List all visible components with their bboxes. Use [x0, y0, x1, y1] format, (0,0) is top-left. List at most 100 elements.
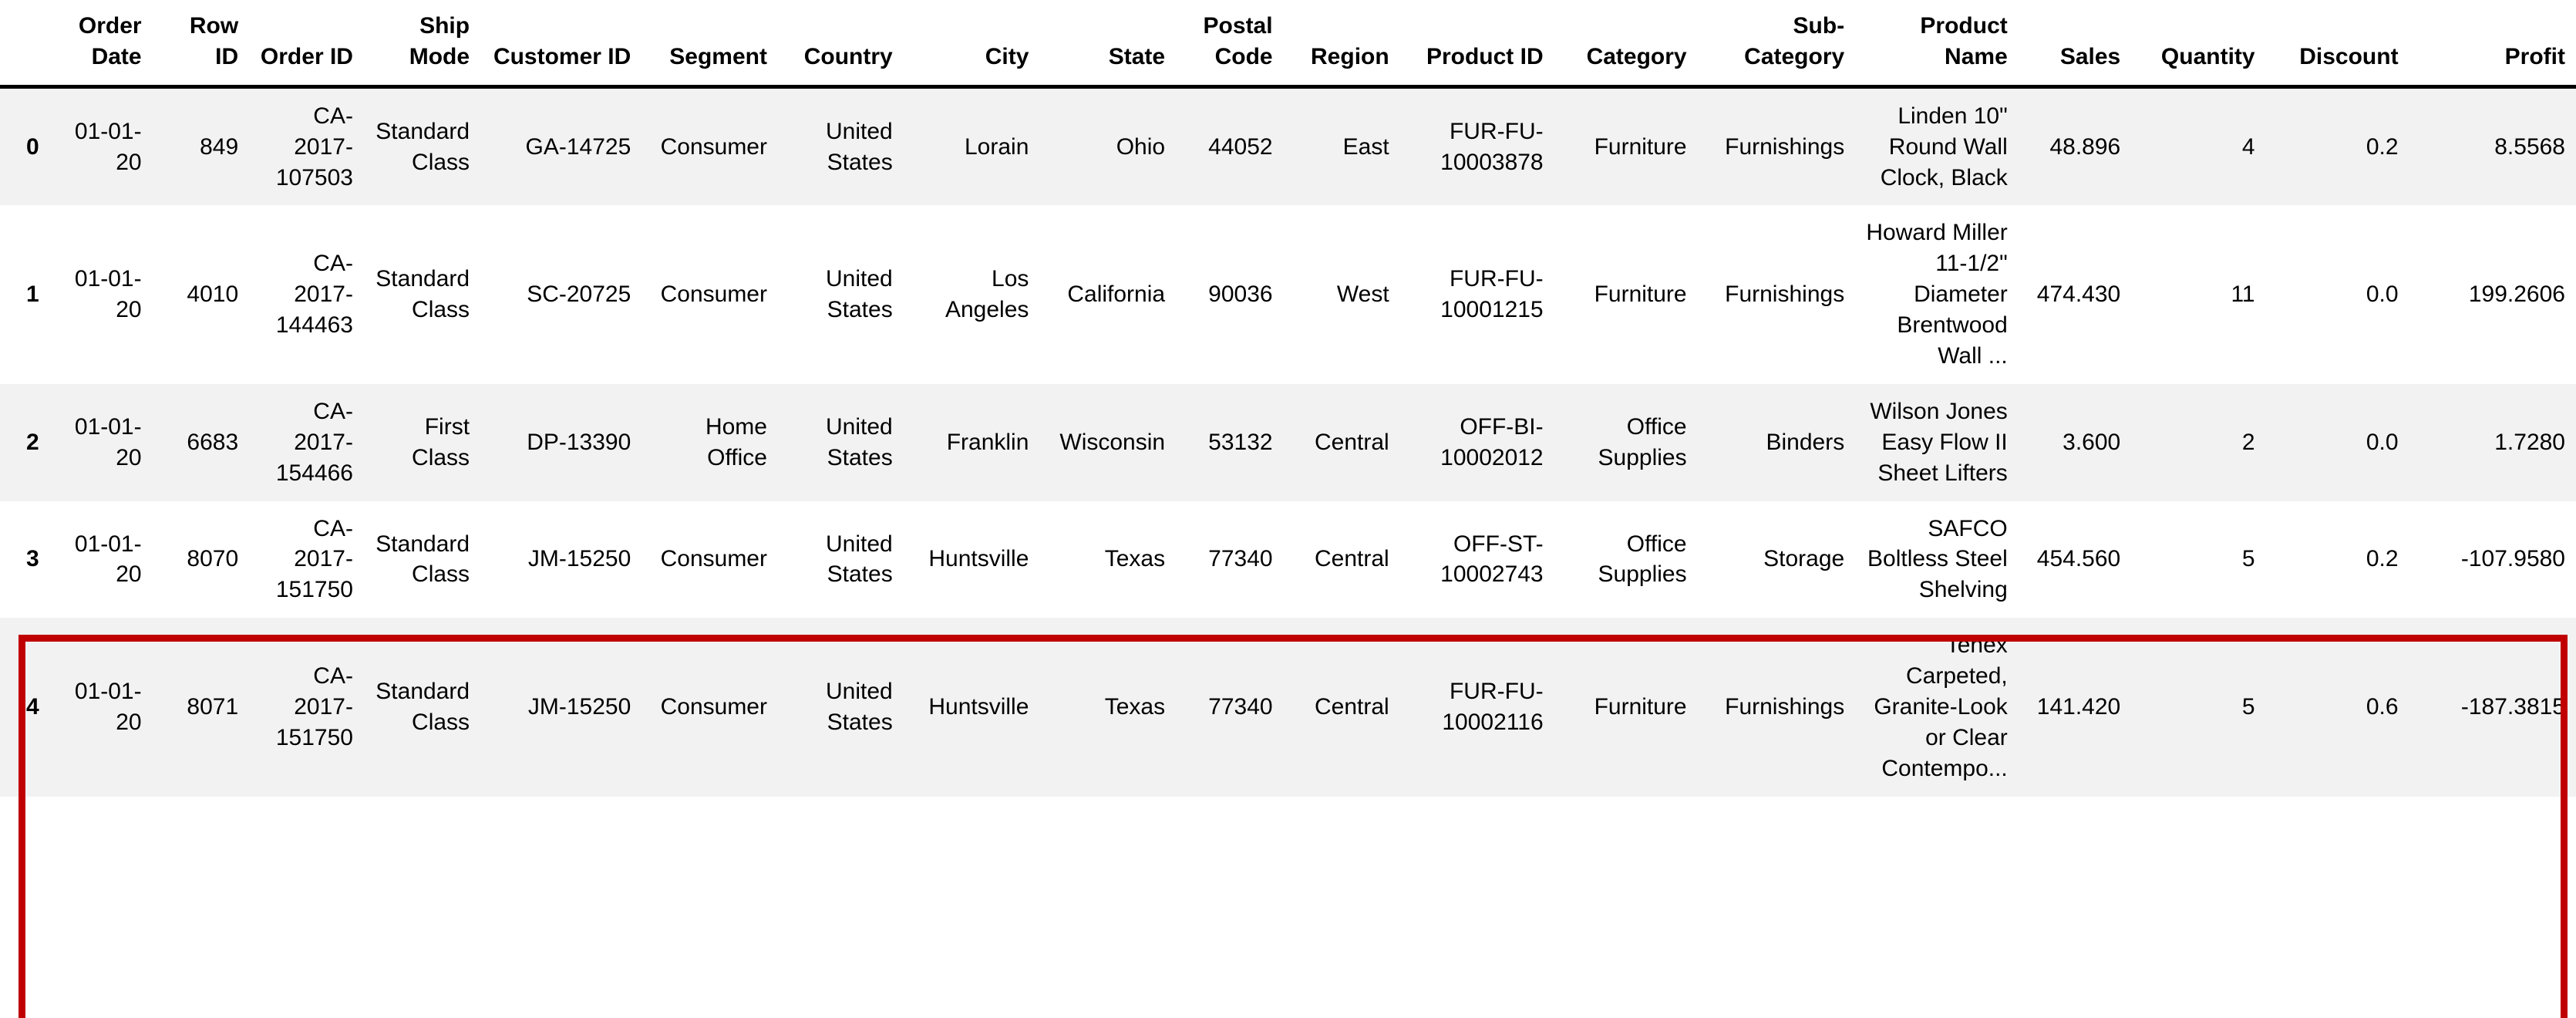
column-header-sub-category[interactable]: Sub-Category	[1697, 0, 1856, 89]
cell-country: United States	[777, 205, 904, 384]
cell-product-id: FUR-FU-10002116	[1399, 618, 1554, 797]
cell-segment: Consumer	[641, 501, 778, 619]
cell-sub-category: Furnishings	[1697, 205, 1856, 384]
cell-order-date: 01-01-20	[52, 383, 153, 501]
cell-sales: 3.600	[2018, 383, 2132, 501]
cell-category: Furniture	[1554, 205, 1698, 384]
cell-ship-mode: Standard Class	[363, 501, 481, 619]
cell-country: United States	[777, 383, 904, 501]
cell-region: Central	[1283, 501, 1400, 619]
cell-customer-id: GA-14725	[480, 86, 642, 206]
dataframe-viewport: Order Date Row ID Order ID Ship Mode Cus…	[0, 0, 2576, 1018]
column-header-state[interactable]: State	[1039, 0, 1177, 89]
column-header-product-id[interactable]: Product ID	[1399, 0, 1554, 89]
table-row[interactable]: 2 01-01-20 6683 CA-2017-154466 First Cla…	[0, 383, 2576, 501]
column-header-order-id[interactable]: Order ID	[249, 0, 364, 89]
cell-profit: 1.7280	[2409, 383, 2576, 501]
cell-country: United States	[777, 501, 904, 619]
cell-region: West	[1283, 205, 1400, 384]
cell-product-id: FUR-FU-10001215	[1399, 205, 1554, 384]
cell-order-date: 01-01-20	[52, 205, 153, 384]
cell-customer-id: JM-15250	[480, 501, 642, 619]
row-index: 1	[0, 205, 52, 384]
cell-quantity: 4	[2131, 86, 2266, 206]
cell-segment: Consumer	[641, 205, 778, 384]
cell-customer-id: DP-13390	[480, 383, 642, 501]
column-header-row-id[interactable]: Row ID	[152, 0, 250, 89]
cell-order-date: 01-01-20	[52, 501, 153, 619]
cell-sales: 454.560	[2018, 501, 2132, 619]
cell-order-id: CA-2017-151750	[249, 618, 364, 797]
cell-product-name: SAFCO Boltless Steel Shelving	[1855, 501, 2019, 619]
cell-order-date: 01-01-20	[52, 618, 153, 797]
cell-quantity: 11	[2131, 205, 2266, 384]
column-header-region[interactable]: Region	[1283, 0, 1400, 89]
cell-region: Central	[1283, 383, 1400, 501]
cell-state: California	[1039, 205, 1177, 384]
cell-city: Lorain	[903, 86, 1040, 206]
column-header-customer-id[interactable]: Customer ID	[480, 0, 642, 89]
cell-city: Huntsville	[903, 618, 1040, 797]
row-index: 4	[0, 618, 52, 797]
table-row[interactable]: 1 01-01-20 4010 CA-2017-144463 Standard …	[0, 205, 2576, 384]
table-row-highlighted[interactable]: 3 01-01-20 8070 CA-2017-151750 Standard …	[0, 501, 2576, 619]
cell-product-id: OFF-BI-10002012	[1399, 383, 1554, 501]
cell-product-name: Tenex Carpeted, Granite-Look or Clear Co…	[1855, 618, 2019, 797]
column-header-postal-code[interactable]: Postal Code	[1176, 0, 1284, 89]
column-header-profit[interactable]: Profit	[2409, 0, 2576, 89]
column-header-category[interactable]: Category	[1554, 0, 1698, 89]
column-header-city[interactable]: City	[903, 0, 1040, 89]
column-header-quantity[interactable]: Quantity	[2131, 0, 2266, 89]
column-header-ship-mode[interactable]: Ship Mode	[363, 0, 481, 89]
column-header-country[interactable]: Country	[777, 0, 904, 89]
cell-ship-mode: First Class	[363, 383, 481, 501]
cell-sales: 48.896	[2018, 86, 2132, 206]
cell-ship-mode: Standard Class	[363, 205, 481, 384]
cell-product-name: Howard Miller 11-1/2" Diameter Brentwood…	[1855, 205, 2019, 384]
cell-profit: 199.2606	[2409, 205, 2576, 384]
cell-order-date: 01-01-20	[52, 86, 153, 206]
cell-sales: 141.420	[2018, 618, 2132, 797]
cell-country: United States	[777, 86, 904, 206]
table-row[interactable]: 0 01-01-20 849 CA-2017-107503 Standard C…	[0, 86, 2576, 206]
cell-row-id: 4010	[152, 205, 250, 384]
cell-sub-category: Storage	[1697, 501, 1856, 619]
cell-category: Furniture	[1554, 86, 1698, 206]
cell-state: Texas	[1039, 501, 1177, 619]
cell-postal-code: 77340	[1176, 618, 1284, 797]
cell-postal-code: 77340	[1176, 501, 1284, 619]
cell-state: Ohio	[1039, 86, 1177, 206]
cell-discount: 0.2	[2265, 501, 2409, 619]
column-header-discount[interactable]: Discount	[2265, 0, 2409, 89]
cell-postal-code: 90036	[1176, 205, 1284, 384]
column-header-product-name[interactable]: Product Name	[1855, 0, 2019, 89]
cell-ship-mode: Standard Class	[363, 618, 481, 797]
cell-discount: 0.0	[2265, 205, 2409, 384]
row-index: 0	[0, 86, 52, 206]
cell-product-id: FUR-FU-10003878	[1399, 86, 1554, 206]
cell-row-id: 8070	[152, 501, 250, 619]
cell-order-id: CA-2017-154466	[249, 383, 364, 501]
cell-city: Franklin	[903, 383, 1040, 501]
table-body: 0 01-01-20 849 CA-2017-107503 Standard C…	[0, 86, 2576, 797]
column-header-segment[interactable]: Segment	[641, 0, 778, 89]
cell-product-name: Linden 10" Round Wall Clock, Black	[1855, 86, 2019, 206]
cell-postal-code: 53132	[1176, 383, 1284, 501]
cell-row-id: 6683	[152, 383, 250, 501]
cell-region: East	[1283, 86, 1400, 206]
table-row-highlighted[interactable]: 4 01-01-20 8071 CA-2017-151750 Standard …	[0, 618, 2576, 797]
column-header-order-date[interactable]: Order Date	[52, 0, 153, 89]
cell-sub-category: Binders	[1697, 383, 1856, 501]
cell-state: Texas	[1039, 618, 1177, 797]
column-header-index[interactable]	[0, 0, 52, 89]
header-row: Order Date Row ID Order ID Ship Mode Cus…	[0, 0, 2576, 89]
cell-row-id: 8071	[152, 618, 250, 797]
row-index: 2	[0, 383, 52, 501]
cell-category: Office Supplies	[1554, 383, 1698, 501]
cell-profit: 8.5568	[2409, 86, 2576, 206]
column-header-sales[interactable]: Sales	[2018, 0, 2132, 89]
cell-postal-code: 44052	[1176, 86, 1284, 206]
cell-order-id: CA-2017-144463	[249, 205, 364, 384]
cell-quantity: 5	[2131, 618, 2266, 797]
cell-profit: -107.9580	[2409, 501, 2576, 619]
